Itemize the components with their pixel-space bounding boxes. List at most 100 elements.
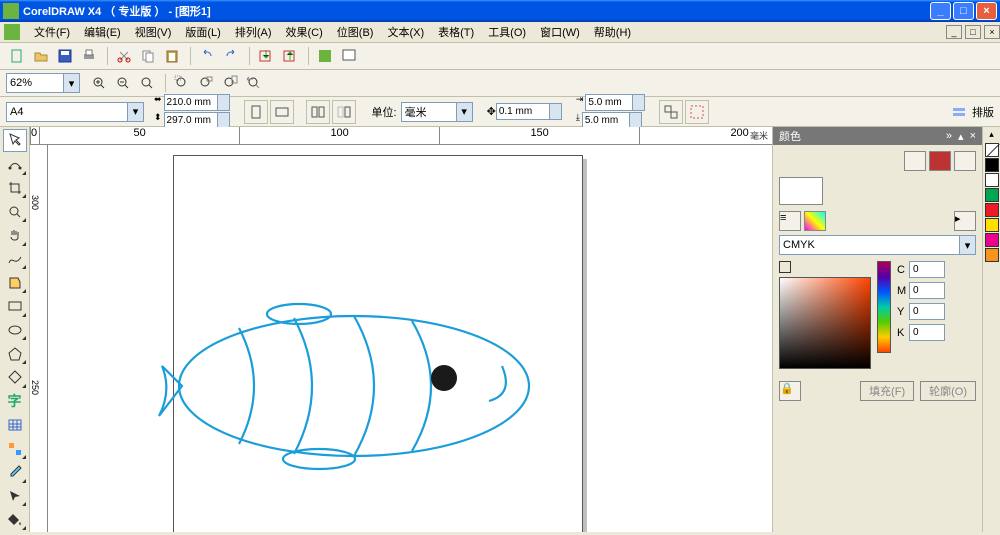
zoom-dropdown[interactable]: ▾ <box>64 73 80 93</box>
copy-button[interactable] <box>137 45 159 67</box>
redo-button[interactable] <box>220 45 242 67</box>
color-swatch-white[interactable] <box>985 173 999 187</box>
fish-drawing[interactable] <box>154 216 564 532</box>
no-fill-swatch[interactable] <box>985 143 999 157</box>
vertical-ruler[interactable]: 300 250 200 <box>30 145 48 532</box>
color-menu-button[interactable]: ▸ <box>954 211 976 231</box>
table-tool[interactable] <box>3 414 27 437</box>
crop-tool[interactable] <box>3 177 27 200</box>
horizontal-ruler[interactable]: 0 50 100 150 200 250 300 毫米 <box>30 127 772 145</box>
welcome-button[interactable] <box>338 45 360 67</box>
current-color-swatch[interactable] <box>779 177 823 205</box>
black-input[interactable] <box>909 324 945 341</box>
portrait-button[interactable] <box>244 100 268 124</box>
zoom-out-button[interactable] <box>112 72 134 94</box>
maximize-button[interactable]: □ <box>953 2 974 20</box>
options-button[interactable] <box>948 101 970 123</box>
print-button[interactable] <box>78 45 100 67</box>
menu-layout[interactable]: 版面(L) <box>179 22 226 42</box>
zoom-tool[interactable] <box>3 200 27 223</box>
text-tool[interactable]: 字 <box>3 390 27 413</box>
color-swatch-red[interactable] <box>985 203 999 217</box>
color-swatch-black[interactable] <box>985 158 999 172</box>
docker-expand-icon[interactable]: » <box>946 130 952 143</box>
color-viewer-button[interactable] <box>929 151 951 171</box>
pick-tool[interactable] <box>3 129 27 152</box>
zoom-selection-button[interactable] <box>171 72 193 94</box>
nudge-spinner[interactable] <box>550 103 562 120</box>
page-width-input[interactable] <box>164 94 218 111</box>
export-button[interactable] <box>279 45 301 67</box>
cyan-input[interactable] <box>909 261 945 278</box>
zoom-width-button[interactable] <box>243 72 265 94</box>
nudge-input[interactable] <box>496 103 550 120</box>
close-button[interactable]: × <box>976 2 997 20</box>
new-button[interactable] <box>6 45 28 67</box>
landscape-button[interactable] <box>270 100 294 124</box>
shape-tool[interactable] <box>3 153 27 176</box>
outline-tool[interactable] <box>3 485 27 508</box>
hand-tool[interactable] <box>3 224 27 247</box>
docker-close-icon[interactable]: × <box>970 130 976 143</box>
unit-dropdown[interactable]: ▾ <box>457 102 473 122</box>
yellow-input[interactable] <box>909 303 945 320</box>
import-button[interactable] <box>255 45 277 67</box>
magenta-input[interactable] <box>909 282 945 299</box>
hue-slider[interactable] <box>877 261 891 353</box>
canvas-area[interactable]: 0 50 100 150 200 250 300 毫米 300 250 200 <box>30 127 772 532</box>
cut-button[interactable] <box>113 45 135 67</box>
pages-all-button[interactable] <box>306 100 330 124</box>
color-swatch-magenta[interactable] <box>985 233 999 247</box>
color-field[interactable] <box>779 277 871 369</box>
color-docker-title-bar[interactable]: 颜色 » ▴ × <box>773 127 982 145</box>
menu-text[interactable]: 文本(X) <box>381 22 430 42</box>
zoom-page-button[interactable] <box>219 72 241 94</box>
fill-tool[interactable] <box>3 508 27 531</box>
dynamic-guides-button[interactable] <box>685 100 709 124</box>
layout-label[interactable]: 排版 <box>972 104 994 120</box>
rectangle-tool[interactable] <box>3 295 27 318</box>
color-sliders-button[interactable] <box>904 151 926 171</box>
unit-select[interactable] <box>401 102 457 122</box>
menu-effects[interactable]: 效果(C) <box>280 22 329 42</box>
color-model-dropdown[interactable]: ▾ <box>960 235 976 255</box>
basic-shapes-tool[interactable] <box>3 366 27 389</box>
menu-window[interactable]: 窗口(W) <box>534 22 586 42</box>
app-launcher-button[interactable] <box>314 45 336 67</box>
ellipse-tool[interactable] <box>3 319 27 342</box>
paper-size-dropdown[interactable]: ▾ <box>128 102 144 122</box>
duplicate-x-input[interactable] <box>585 94 633 111</box>
smart-fill-tool[interactable] <box>3 271 27 294</box>
lock-button[interactable]: 🔒 <box>779 381 801 401</box>
polygon-tool[interactable] <box>3 342 27 365</box>
zoom-in-button[interactable] <box>88 72 110 94</box>
menu-file[interactable]: 文件(F) <box>28 22 76 42</box>
menu-view[interactable]: 视图(V) <box>129 22 178 42</box>
color-wheel-button[interactable] <box>804 211 826 231</box>
pages-current-button[interactable] <box>332 100 356 124</box>
outline-button[interactable]: 轮廓(O) <box>920 381 976 401</box>
mdi-minimize-button[interactable]: _ <box>946 25 962 39</box>
paste-button[interactable] <box>161 45 183 67</box>
mdi-restore-button[interactable]: □ <box>965 25 981 39</box>
undo-button[interactable] <box>196 45 218 67</box>
color-model-select[interactable] <box>779 235 960 255</box>
menu-tools[interactable]: 工具(O) <box>482 22 532 42</box>
eyedropper-tool[interactable] <box>3 461 27 484</box>
menu-table[interactable]: 表格(T) <box>432 22 480 42</box>
menu-bitmap[interactable]: 位图(B) <box>331 22 380 42</box>
minimize-button[interactable]: _ <box>930 2 951 20</box>
no-color-swatch[interactable] <box>779 261 791 273</box>
interactive-tool[interactable] <box>3 437 27 460</box>
color-swatch-green[interactable] <box>985 188 999 202</box>
duplicate-x-spinner[interactable] <box>633 94 645 111</box>
color-swatch-yellow[interactable] <box>985 218 999 232</box>
fill-button[interactable]: 填充(F) <box>860 381 914 401</box>
color-swatch-orange[interactable] <box>985 248 999 262</box>
menu-arrange[interactable]: 排列(A) <box>229 22 278 42</box>
save-button[interactable] <box>54 45 76 67</box>
zoom-all-button[interactable] <box>195 72 217 94</box>
menu-edit[interactable]: 编辑(E) <box>78 22 127 42</box>
snap-objects-button[interactable] <box>659 100 683 124</box>
paper-size-select[interactable] <box>6 102 128 122</box>
